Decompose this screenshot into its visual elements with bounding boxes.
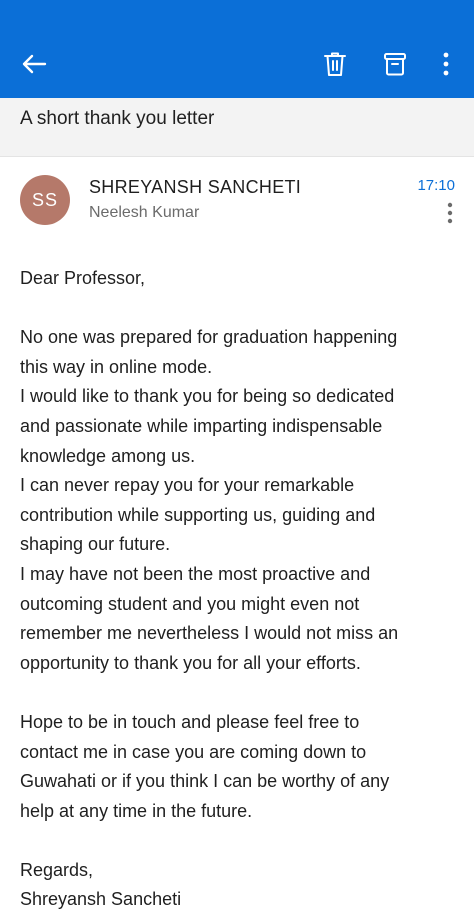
- body-line: opportunity to thank you for all your ef…: [20, 652, 361, 673]
- body-line: contribution while supporting us, guidin…: [20, 504, 376, 525]
- more-vertical-icon: [447, 202, 453, 224]
- trash-icon: [324, 52, 346, 76]
- body-line: contact me in case you are coming down t…: [20, 741, 367, 762]
- body-line: help at any time in the future.: [20, 800, 253, 821]
- email-body: Dear Professor, No one was prepared for …: [20, 264, 465, 915]
- more-options-button[interactable]: [430, 44, 462, 84]
- body-line: this way in online mode.: [20, 356, 213, 377]
- more-vertical-icon: [443, 52, 449, 76]
- recipient-name[interactable]: Neelesh Kumar: [89, 204, 199, 222]
- body-line: and passionate while imparting indispens…: [20, 415, 383, 436]
- archive-icon: [384, 53, 406, 76]
- top-app-bar: [0, 0, 474, 98]
- body-line: I may have not been the most proactive a…: [20, 563, 371, 584]
- body-line: Hope to be in touch and please feel free…: [20, 711, 360, 732]
- back-button[interactable]: [14, 44, 54, 84]
- body-line: No one was prepared for graduation happe…: [20, 327, 398, 348]
- archive-button[interactable]: [375, 44, 415, 84]
- message-time: 17:10: [417, 177, 455, 194]
- message-more-button[interactable]: [438, 200, 462, 226]
- body-line: I would like to thank you for being so d…: [20, 386, 395, 407]
- body-line: Guwahati or if you think I can be worthy…: [20, 771, 390, 792]
- body-line: remember me nevertheless I would not mis…: [20, 623, 399, 644]
- greeting: Dear Professor,: [20, 268, 146, 288]
- body-line: I can never repay you for your remarkabl…: [20, 475, 355, 496]
- body-line: outcoming student and you might even not: [20, 593, 360, 614]
- delete-button[interactable]: [315, 44, 355, 84]
- arrow-left-icon: [22, 54, 47, 74]
- body-line: shaping our future.: [20, 534, 171, 555]
- sender-avatar[interactable]: SS: [20, 175, 70, 225]
- email-subject: A short thank you letter: [20, 108, 215, 129]
- body-line: knowledge among us.: [20, 445, 196, 466]
- signature: Shreyansh Sancheti: [20, 889, 182, 910]
- sender-name[interactable]: SHREYANSH SANCHETI: [89, 177, 301, 198]
- closing: Regards,: [20, 859, 94, 880]
